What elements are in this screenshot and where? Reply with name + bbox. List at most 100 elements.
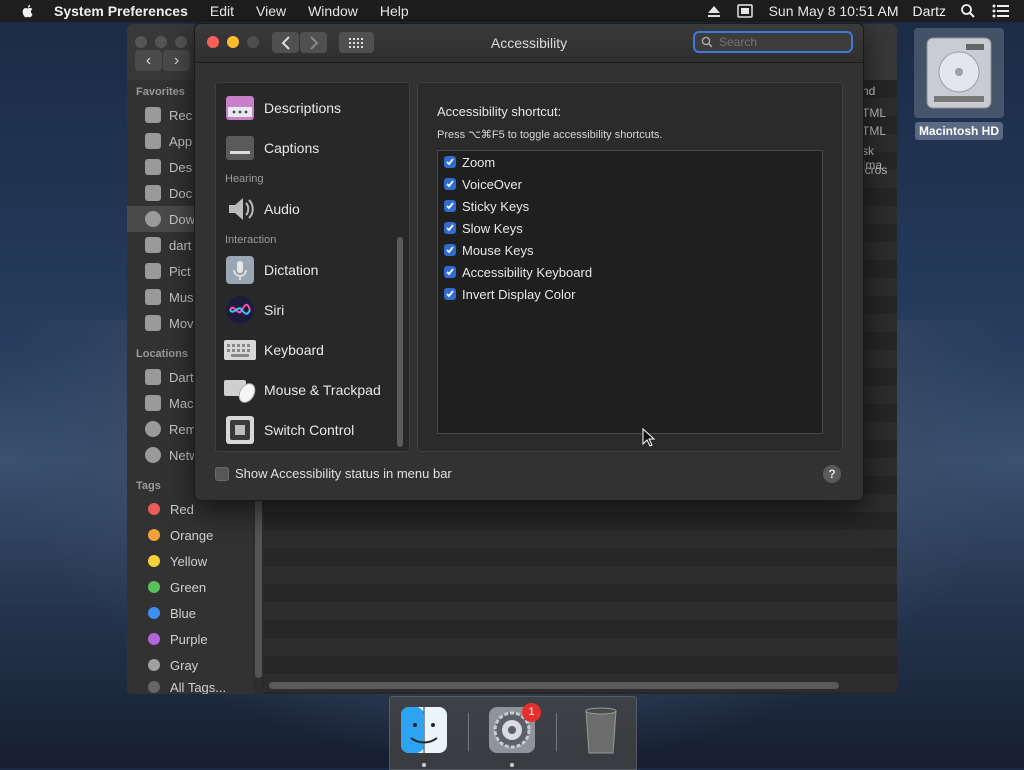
- menu-clock[interactable]: Sun May 8 10:51 AM: [769, 3, 899, 19]
- desktop-icon: [145, 159, 161, 175]
- list-item-descriptions[interactable]: Descriptions: [216, 88, 394, 128]
- finder-forward-button[interactable]: ›: [163, 50, 190, 71]
- search-input[interactable]: [717, 34, 841, 50]
- keyboard-icon: [224, 334, 256, 366]
- menu-view[interactable]: View: [256, 3, 286, 19]
- menu-edit[interactable]: Edit: [210, 3, 234, 19]
- option-voiceover[interactable]: VoiceOver: [444, 174, 522, 194]
- apple-menu-icon[interactable]: [20, 3, 36, 19]
- tag-label: All Tags...: [170, 679, 227, 695]
- menu-help[interactable]: Help: [380, 3, 409, 19]
- list-item-dictation[interactable]: Dictation: [216, 250, 394, 290]
- tag-color-dot: [148, 555, 160, 567]
- drive-label[interactable]: Macintosh HD: [914, 122, 1003, 140]
- camera-icon: [145, 263, 161, 279]
- tag-color-dot: [148, 529, 160, 541]
- sidebar-tag-yellow[interactable]: Yellow: [127, 548, 253, 574]
- option-sticky-keys[interactable]: Sticky Keys: [444, 196, 529, 216]
- list-item-label: Mouse & Trackpad: [264, 382, 381, 398]
- all-tags-icon: [148, 681, 160, 693]
- hard-drive-icon[interactable]: [914, 28, 1004, 118]
- descriptions-icon: [224, 92, 256, 124]
- option-invert-display-color[interactable]: Invert Display Color: [444, 284, 575, 304]
- tags-header: Tags: [136, 480, 161, 492]
- accessibility-category-list[interactable]: Descriptions Captions Hearing Audio Inte…: [215, 82, 410, 452]
- sidebar-label: App: [169, 133, 193, 149]
- file-kind-cell: TML: [862, 106, 886, 120]
- option-label: Invert Display Color: [462, 286, 576, 302]
- shortcut-description: Press ⌥⌘F5 to toggle accessibility short…: [437, 129, 663, 141]
- sidebar-tag-purple[interactable]: Purple: [127, 626, 253, 652]
- finder-sidebar-scrollbar[interactable]: [253, 494, 263, 694]
- search-field[interactable]: [693, 31, 853, 53]
- finder-zoom-button[interactable]: [175, 36, 187, 48]
- finder-minimize-button[interactable]: [155, 36, 167, 48]
- option-slow-keys[interactable]: Slow Keys: [444, 218, 523, 238]
- tag-label: Yellow: [170, 553, 208, 569]
- option-zoom[interactable]: Zoom: [444, 152, 495, 172]
- running-indicator: [422, 763, 426, 767]
- menu-window[interactable]: Window: [308, 3, 358, 19]
- checkbox-checked-icon[interactable]: [444, 200, 456, 212]
- sidebar-tag-green[interactable]: Green: [127, 574, 253, 600]
- checkbox-checked-icon[interactable]: [444, 156, 456, 168]
- finder-close-button[interactable]: [135, 36, 147, 48]
- network-globe-icon: [145, 447, 161, 463]
- column-header-kind[interactable]: nd: [862, 84, 875, 98]
- checkbox-unchecked-icon[interactable]: [215, 466, 229, 481]
- sidebar-label: Rem: [169, 421, 197, 437]
- trash-icon[interactable]: [576, 705, 626, 755]
- checkbox-checked-icon[interactable]: [444, 244, 456, 256]
- checkbox-checked-icon[interactable]: [444, 266, 456, 278]
- tag-label: Purple: [170, 631, 208, 647]
- download-icon: [145, 211, 161, 227]
- help-button[interactable]: ?: [823, 465, 841, 483]
- checkbox-checked-icon[interactable]: [444, 288, 456, 300]
- sidebar-tag-orange[interactable]: Orange: [127, 522, 253, 548]
- list-item-label: Captions: [264, 140, 320, 156]
- menu-app-name[interactable]: System Preferences: [54, 3, 188, 19]
- keyboard-viewer-icon[interactable]: [736, 4, 753, 18]
- notification-center-icon[interactable]: [992, 4, 1010, 18]
- option-mouse-keys[interactable]: Mouse Keys: [444, 240, 534, 260]
- list-item-captions[interactable]: Captions: [216, 128, 394, 168]
- eject-icon[interactable]: [707, 4, 721, 18]
- desktop-drive[interactable]: Macintosh HD: [912, 28, 1006, 140]
- tag-color-dot: [148, 659, 160, 671]
- list-item-mouse-trackpad[interactable]: Mouse & Trackpad: [216, 370, 394, 410]
- search-icon: [701, 36, 713, 48]
- finder-back-button[interactable]: ‹: [135, 50, 162, 71]
- show-status-in-menu-bar[interactable]: Show Accessibility status in menu bar: [215, 466, 452, 481]
- spotlight-search-icon[interactable]: [960, 3, 976, 19]
- option-label: Sticky Keys: [462, 198, 530, 214]
- sidebar-tag-gray[interactable]: Gray: [127, 652, 253, 678]
- tag-label: Orange: [170, 527, 214, 543]
- finder-horizontal-scrollbar[interactable]: [269, 682, 839, 689]
- checkbox-checked-icon[interactable]: [444, 178, 456, 190]
- list-item-audio[interactable]: Audio: [216, 189, 394, 229]
- list-item-siri[interactable]: Siri: [216, 290, 394, 330]
- section-header-interaction: Interaction: [225, 234, 277, 246]
- tag-color-dot: [148, 581, 160, 593]
- list-item-switch-control[interactable]: Switch Control: [216, 410, 394, 450]
- sidebar-tag-blue[interactable]: Blue: [127, 600, 253, 626]
- option-accessibility-keyboard[interactable]: Accessibility Keyboard: [444, 262, 592, 282]
- finder-icon[interactable]: [399, 705, 449, 755]
- list-item-keyboard[interactable]: Keyboard: [216, 330, 394, 370]
- accessibility-prefs-window: Accessibility Descriptions Captions Hear…: [194, 23, 864, 501]
- option-label: Accessibility Keyboard: [462, 264, 593, 280]
- category-list-scrollbar[interactable]: [397, 237, 403, 447]
- sidebar-all-tags[interactable]: All Tags...: [127, 678, 253, 694]
- captions-icon: [224, 132, 256, 164]
- disc-icon: [145, 421, 161, 437]
- file-kind-cell: icros: [862, 163, 888, 177]
- menu-user[interactable]: Dartz: [913, 3, 946, 19]
- dock-separator: [556, 713, 557, 751]
- checkbox-checked-icon[interactable]: [444, 222, 456, 234]
- film-icon: [145, 315, 161, 331]
- list-item-label: Switch Control: [264, 422, 355, 438]
- dock-separator: [468, 713, 469, 751]
- hard-drive-icon: [145, 395, 161, 411]
- menu-bar: System Preferences Edit View Window Help…: [0, 0, 1024, 22]
- document-icon: [145, 185, 161, 201]
